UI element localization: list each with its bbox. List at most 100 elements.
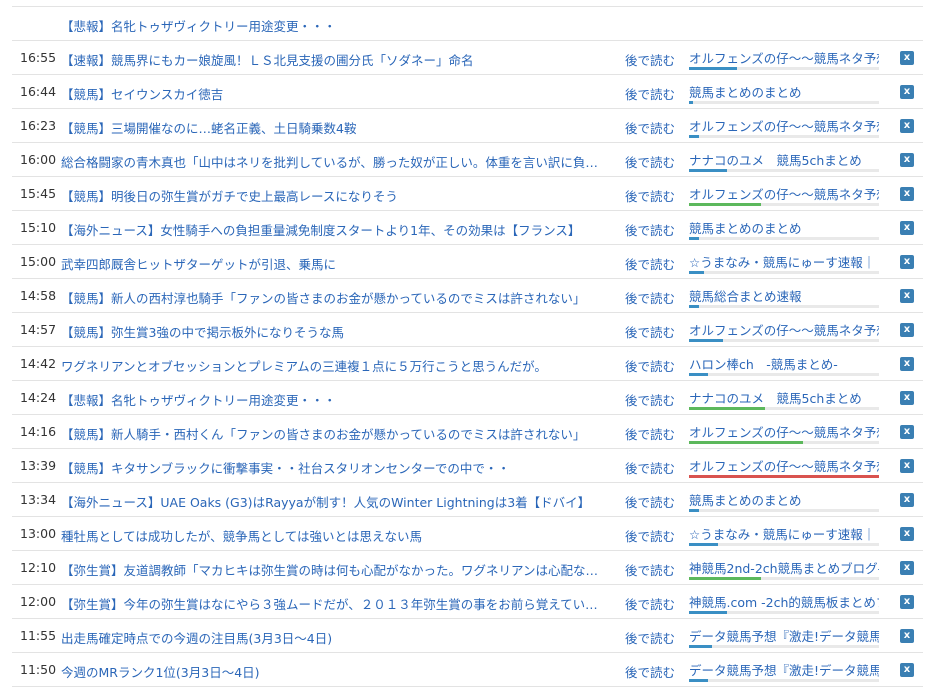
source-site-link[interactable]: 神競馬.com -2ch的競馬板まとめブログ <box>689 592 879 611</box>
close-icon[interactable]: x <box>900 51 914 65</box>
read-later-link[interactable]: 後で読む <box>625 254 675 273</box>
popularity-bar-fill <box>689 101 693 104</box>
headline-link[interactable]: 【悲報】名牝トゥザヴィクトリー用途変更・・・ <box>61 390 606 409</box>
popularity-bar-fill <box>689 203 762 206</box>
close-icon[interactable]: x <box>900 595 914 609</box>
headline-link[interactable]: 総合格闘家の青木真也「山中はネリを批判しているが、勝った奴が正しい。体重を言い訳… <box>61 152 606 171</box>
headline-link[interactable]: 【海外ニュース】UAE Oaks (G3)はRayyaが制す！人気のWinter… <box>61 492 606 511</box>
popularity-bar <box>689 101 879 104</box>
popularity-bar-fill <box>689 373 708 376</box>
popularity-bar <box>689 441 879 444</box>
popularity-bar <box>689 169 879 172</box>
close-icon[interactable]: x <box>900 561 914 575</box>
headline-link[interactable]: 出走馬確定時点での今週の注目馬(3月3日～4日) <box>61 628 606 647</box>
read-later-link[interactable]: 後で読む <box>625 492 675 511</box>
headline-link[interactable]: 【競馬】キタサンブラックに衝撃事実・・社台スタリオンセンターでの中で・・ <box>61 458 606 477</box>
read-later-link[interactable]: 後で読む <box>625 458 675 477</box>
source-site-link[interactable]: オルフェンズの仔～～競馬ネタ予想 <box>689 422 879 441</box>
popularity-bar-fill <box>689 169 727 172</box>
headline-link[interactable]: 【競馬】新人の西村淳也騎手「ファンの皆さまのお金が懸かっているのでミスは許されな… <box>61 288 606 307</box>
popularity-bar-fill <box>689 339 724 342</box>
close-icon[interactable]: x <box>900 391 914 405</box>
source-site-link[interactable]: 競馬まとめのまとめ <box>689 82 879 101</box>
list-item: 14:57 【競馬】弥生賞3強の中で掲示板外になりそうな馬 後で読む オルフェンズの仔… <box>12 313 923 347</box>
close-icon[interactable]: x <box>900 459 914 473</box>
source-site-link[interactable]: オルフェンズの仔～～競馬ネタ予想 <box>689 456 879 475</box>
source-site-link[interactable]: ☆うまなみ・競馬にゅーす速報｜ <box>689 252 879 271</box>
close-icon[interactable]: x <box>900 663 914 677</box>
headline-link[interactable]: 【競馬】弥生賞3強の中で掲示板外になりそうな馬 <box>61 322 606 341</box>
headline-link[interactable]: 【海外ニュース】女性騎手への負担重量減免制度スタートより1年、その効果は【フラン… <box>61 220 606 239</box>
source-site-link[interactable]: ☆うまなみ・競馬にゅーす速報｜ <box>689 524 879 543</box>
source-site-link[interactable]: 競馬総合まとめ速報 <box>689 286 879 305</box>
read-later-link[interactable]: 後で読む <box>625 288 675 307</box>
post-time: 15:00 <box>20 254 57 269</box>
list-item: 12:10 【弥生賞】友道調教師「マカヒキは弥生賞の時は何も心配がなかった。ワグネ… <box>12 551 923 585</box>
read-later-link[interactable]: 後で読む <box>625 50 675 69</box>
close-icon[interactable]: x <box>900 221 914 235</box>
read-later-link[interactable]: 後で読む <box>625 424 675 443</box>
read-later-link[interactable]: 後で読む <box>625 322 675 341</box>
headline-link[interactable]: 種牡馬としては成功したが、競争馬としては強いとは思えない馬 <box>61 526 606 545</box>
headline-link[interactable]: 【競馬】新人騎手・西村くん「ファンの皆さまのお金が懸かっているのでミスは許されな… <box>61 424 606 443</box>
popularity-bar <box>689 339 879 342</box>
source-site-link[interactable]: 神競馬2nd-2ch競馬まとめブログ- <box>689 558 879 577</box>
headline-link[interactable]: 【競馬】明後日の弥生賞がガチで史上最高レースになりそう <box>61 186 606 205</box>
headline-link[interactable]: 【弥生賞】友道調教師「マカヒキは弥生賞の時は何も心配がなかった。ワグネリアンは心… <box>61 560 606 579</box>
read-later-link[interactable]: 後で読む <box>625 84 675 103</box>
read-later-link[interactable]: 後で読む <box>625 662 675 681</box>
source-site-link[interactable]: ナナコのユメ 競馬5chまとめ <box>689 388 879 407</box>
read-later-link[interactable]: 後で読む <box>625 118 675 137</box>
close-icon[interactable]: x <box>900 425 914 439</box>
popularity-bar <box>689 135 879 138</box>
source-site-link[interactable]: ナナコのユメ 競馬5chまとめ <box>689 150 879 169</box>
close-icon[interactable]: x <box>900 153 914 167</box>
popularity-bar-fill <box>689 475 879 478</box>
close-icon[interactable]: x <box>900 85 914 99</box>
list-item: 14:42 ワグネリアンとオブセッションとプレミアムの三連複１点に５万行こうと思う… <box>12 347 923 381</box>
popularity-bar <box>689 305 879 308</box>
popularity-bar-fill <box>689 679 708 682</box>
source-site-link[interactable]: データ競馬予想『激走!データ競馬予想』 <box>689 626 879 645</box>
close-icon[interactable]: x <box>900 119 914 133</box>
read-later-link[interactable]: 後で読む <box>625 390 675 409</box>
read-later-link[interactable]: 後で読む <box>625 628 675 647</box>
close-icon[interactable]: x <box>900 187 914 201</box>
source-site-link[interactable]: データ競馬予想『激走!データ競馬予想』 <box>689 660 879 679</box>
read-later-link[interactable]: 後で読む <box>625 186 675 205</box>
headline-link[interactable]: 【競馬】三場開催なのに…蛯名正義、土日騎乗数4鞍 <box>61 118 606 137</box>
read-later-link[interactable]: 後で読む <box>625 594 675 613</box>
close-icon[interactable]: x <box>900 323 914 337</box>
popularity-bar <box>689 237 879 240</box>
headline-link[interactable]: 【速報】競馬界にもカー娘旋風！ＬＳ北見支援の圃分氏「ソダネー」命名 <box>61 50 606 69</box>
source-site-link[interactable]: 競馬まとめのまとめ <box>689 218 879 237</box>
close-icon[interactable]: x <box>900 289 914 303</box>
source-site-link[interactable]: オルフェンズの仔～～競馬ネタ予想 <box>689 116 879 135</box>
headline-link[interactable]: 武幸四郎厩舎ヒットザターゲットが引退、乗馬に <box>61 254 606 273</box>
source-site-link[interactable]: オルフェンズの仔～～競馬ネタ予想 <box>689 184 879 203</box>
headline-link[interactable]: 今週のMRランク1位(3月3日～4日) <box>61 662 606 681</box>
source-site-link[interactable]: 競馬まとめのまとめ <box>689 490 879 509</box>
post-time: 14:58 <box>20 288 57 303</box>
read-later-link[interactable]: 後で読む <box>625 356 675 375</box>
close-icon[interactable]: x <box>900 357 914 371</box>
close-icon[interactable]: x <box>900 493 914 507</box>
source-site-link[interactable]: ハロン棒ch -競馬まとめ- <box>689 354 879 373</box>
close-icon[interactable]: x <box>900 255 914 269</box>
headline-link[interactable]: 【悲報】名牝トゥザヴィクトリー用途変更・・・ <box>61 16 606 35</box>
headline-link[interactable]: ワグネリアンとオブセッションとプレミアムの三連複１点に５万行こうと思うんだが。 <box>61 356 606 375</box>
read-later-link[interactable]: 後で読む <box>625 560 675 579</box>
popularity-bar-fill <box>689 645 712 648</box>
popularity-bar <box>689 407 879 410</box>
headline-link[interactable]: 【弥生賞】今年の弥生賞はなにやら３強ムードだが、２０１３年弥生賞の事をお前ら覚え… <box>61 594 606 613</box>
read-later-link[interactable]: 後で読む <box>625 526 675 545</box>
source-site-link[interactable]: オルフェンズの仔～～競馬ネタ予想 <box>689 320 879 339</box>
headline-link[interactable]: 【競馬】セイウンスカイ徳吉 <box>61 84 606 103</box>
close-icon[interactable]: x <box>900 629 914 643</box>
popularity-bar <box>689 271 879 274</box>
close-icon[interactable]: x <box>900 527 914 541</box>
read-later-link[interactable]: 後で読む <box>625 152 675 171</box>
source-site-link[interactable]: オルフェンズの仔～～競馬ネタ予想 <box>689 48 879 67</box>
popularity-bar <box>689 475 879 478</box>
read-later-link[interactable]: 後で読む <box>625 220 675 239</box>
